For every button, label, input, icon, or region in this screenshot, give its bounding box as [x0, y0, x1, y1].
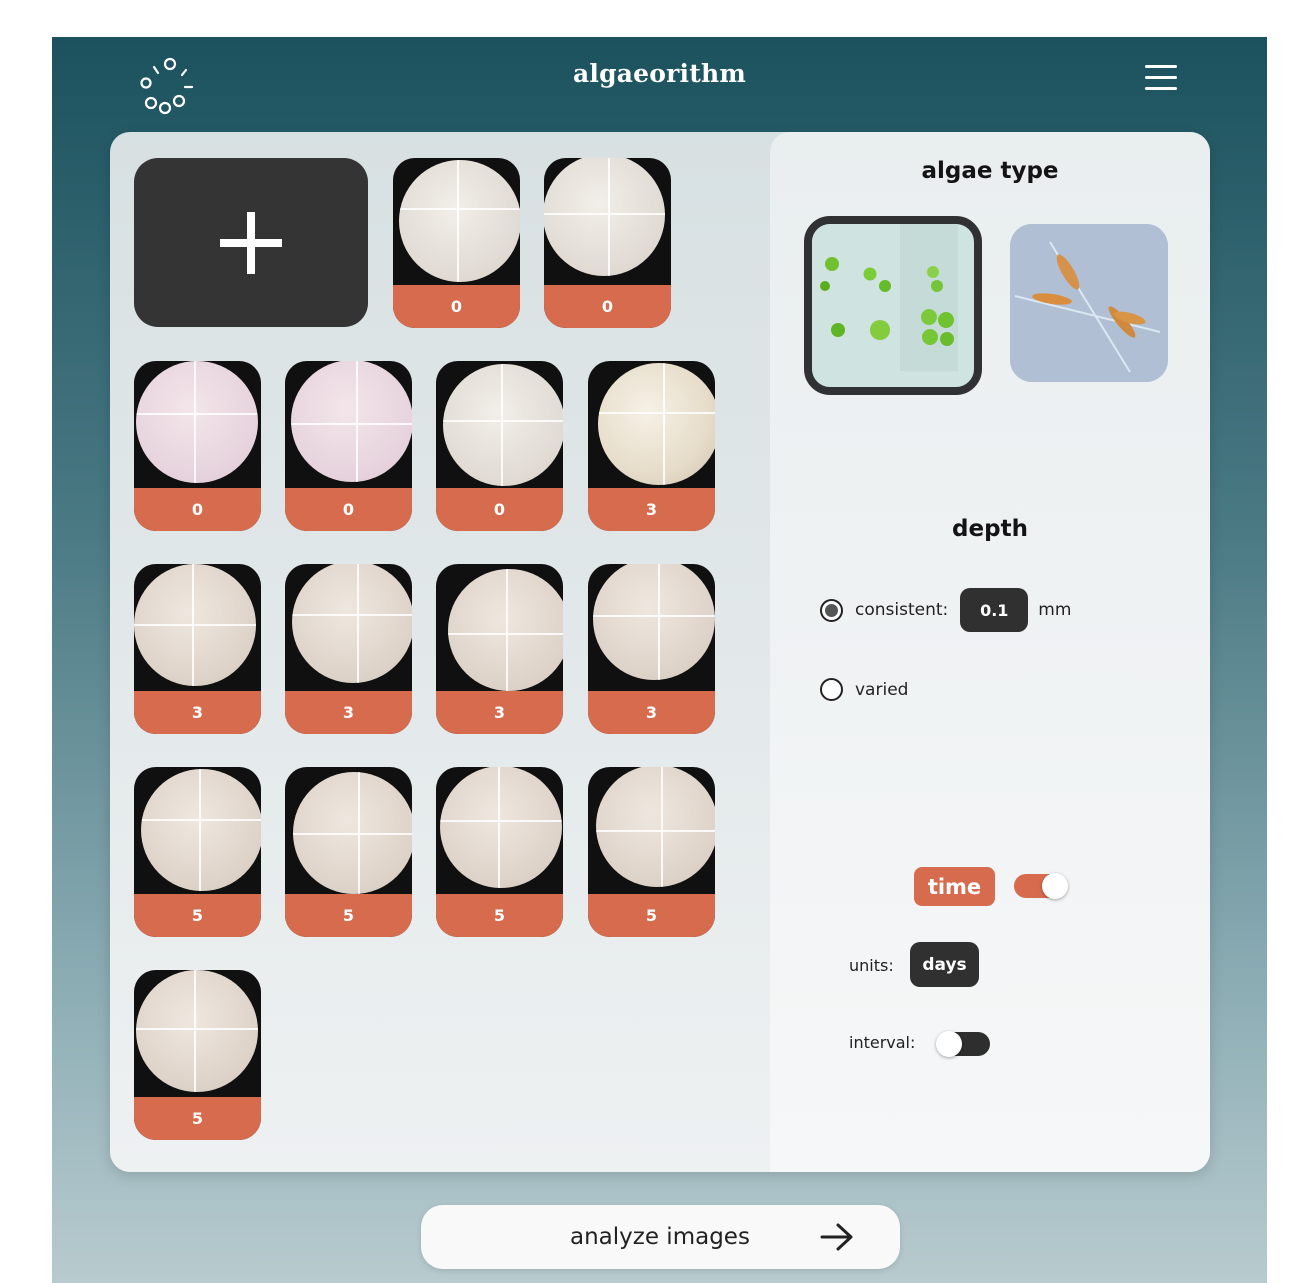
- depth-consistent-label: consistent:: [855, 600, 949, 620]
- interval-label: interval:: [849, 1033, 916, 1052]
- image-thumbnail[interactable]: 5: [436, 767, 563, 937]
- microscope-image: [593, 564, 715, 680]
- toggle-knob: [1042, 873, 1068, 899]
- algae-type-title: algae type: [921, 158, 1059, 184]
- image-thumbnail[interactable]: 5: [134, 767, 261, 937]
- cell-count-label: 3: [588, 691, 715, 734]
- time-toggle[interactable]: [1014, 873, 1068, 899]
- hamburger-menu-icon: [1145, 65, 1177, 68]
- plus-icon: [220, 211, 282, 274]
- analyze-images-label: analyze images: [570, 1224, 750, 1250]
- microscope-image: [440, 767, 562, 888]
- cell-count-label: 0: [544, 285, 671, 328]
- image-thumbnail[interactable]: 5: [588, 767, 715, 937]
- depth-consistent-row: consistent: 0.1 mm: [820, 588, 1071, 632]
- main-card: 000003333355555 algae type depth consist…: [110, 132, 1210, 1172]
- image-thumbnail[interactable]: 3: [134, 564, 261, 734]
- cell-count-label: 5: [436, 894, 563, 937]
- analyze-images-button[interactable]: analyze images: [421, 1205, 900, 1269]
- microscope-image: [293, 772, 412, 894]
- cell-count-label: 3: [134, 691, 261, 734]
- image-thumbnail[interactable]: 0: [393, 158, 520, 328]
- menu-button[interactable]: [1145, 65, 1177, 95]
- cell-count-label: 5: [134, 894, 261, 937]
- microscope-image: [136, 361, 258, 483]
- depth-title: depth: [952, 516, 1028, 542]
- image-thumbnail[interactable]: 3: [588, 564, 715, 734]
- depth-consistent-radio[interactable]: [820, 598, 843, 622]
- units-select[interactable]: days: [910, 942, 979, 987]
- cell-count-label: 0: [393, 285, 520, 328]
- time-label: time: [914, 867, 995, 906]
- microscope-image: [136, 970, 258, 1092]
- cell-count-label: 3: [436, 691, 563, 734]
- depth-varied-label: varied: [855, 679, 909, 700]
- cell-count-label: 5: [588, 894, 715, 937]
- app-title: algaeorithm: [572, 59, 746, 88]
- microscope-image: [596, 767, 715, 887]
- microscope-image: [292, 564, 412, 683]
- cell-count-label: 5: [285, 894, 412, 937]
- arrow-right-icon: [820, 1223, 853, 1251]
- algae-option-diatom[interactable]: [1010, 224, 1168, 382]
- image-gallery: 000003333355555: [110, 132, 770, 1172]
- microscope-image: [544, 158, 665, 276]
- microscope-image: [291, 361, 412, 482]
- app-window: algaeorithm 000003333355555 algae type d…: [52, 37, 1267, 1283]
- image-thumbnail[interactable]: 0: [285, 361, 412, 531]
- units-label: units:: [849, 956, 894, 975]
- diatom-algae-image: [1010, 224, 1168, 382]
- cell-count-label: 0: [436, 488, 563, 531]
- image-thumbnail[interactable]: 0: [544, 158, 671, 328]
- depth-varied-radio[interactable]: [820, 678, 843, 701]
- image-thumbnail[interactable]: 0: [134, 361, 261, 531]
- cell-count-label: 0: [285, 488, 412, 531]
- cell-count-label: 3: [588, 488, 715, 531]
- depth-unit-label: mm: [1038, 600, 1072, 620]
- cell-count-label: 0: [134, 488, 261, 531]
- add-image-button[interactable]: [134, 158, 368, 327]
- cell-count-label: 5: [134, 1097, 261, 1140]
- toggle-knob: [936, 1031, 962, 1057]
- depth-value-input[interactable]: 0.1: [960, 588, 1029, 632]
- green-algae-image: [812, 224, 958, 371]
- depth-varied-row: varied: [820, 678, 908, 701]
- microscope-image: [598, 363, 715, 485]
- image-thumbnail[interactable]: 3: [285, 564, 412, 734]
- image-thumbnail[interactable]: 0: [436, 361, 563, 531]
- microscope-image: [134, 564, 256, 686]
- algae-option-green[interactable]: [804, 216, 982, 395]
- settings-panel: algae type depth consistent: 0.1 mm vari…: [770, 132, 1210, 1172]
- microscope-image: [399, 160, 520, 282]
- cell-count-label: 3: [285, 691, 412, 734]
- image-thumbnail[interactable]: 5: [134, 970, 261, 1140]
- image-thumbnail[interactable]: 3: [588, 361, 715, 531]
- image-thumbnail[interactable]: 3: [436, 564, 563, 734]
- microscope-image: [448, 569, 563, 691]
- microscope-image: [141, 769, 261, 891]
- interval-toggle[interactable]: [936, 1031, 990, 1057]
- microscope-image: [443, 364, 563, 486]
- image-thumbnail[interactable]: 5: [285, 767, 412, 937]
